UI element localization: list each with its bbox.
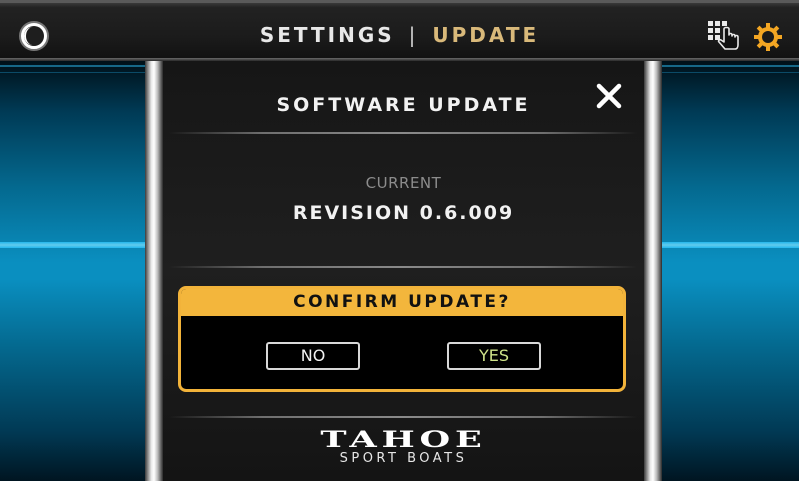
page-title: SETTINGS | UPDATE [0, 23, 799, 47]
side-glow [0, 242, 145, 248]
side-glow [662, 242, 799, 248]
divider [169, 132, 637, 134]
keypad-touch-icon[interactable] [707, 19, 743, 57]
divider [169, 416, 637, 418]
side-stripe [662, 65, 799, 67]
brand-logo: TAHOE [320, 427, 487, 453]
dialog-frame-left [145, 61, 163, 481]
software-update-dialog: SOFTWARE UPDATE CURRENT REVISION 0.6.009… [163, 61, 644, 481]
side-stripe [662, 72, 799, 73]
confirm-update-box: CONFIRM UPDATE? NO YES [178, 286, 626, 392]
dialog-frame-right [644, 61, 662, 481]
dialog-title: SOFTWARE UPDATE [276, 94, 531, 116]
yes-button[interactable]: YES [447, 342, 541, 370]
top-bar: SETTINGS | UPDATE [0, 0, 799, 60]
close-icon[interactable] [594, 81, 624, 115]
brand-logo-subtitle: SPORT BOATS [339, 451, 468, 466]
side-panel-right [662, 61, 799, 481]
confirm-heading: CONFIRM UPDATE? [181, 289, 623, 316]
breadcrumb-update: UPDATE [432, 23, 540, 47]
side-stripe [0, 65, 145, 67]
side-stripe [0, 72, 145, 73]
breadcrumb-settings[interactable]: SETTINGS [260, 23, 395, 47]
breadcrumb-separator: | [408, 23, 419, 47]
current-label: CURRENT [365, 174, 442, 192]
gear-icon[interactable] [753, 22, 783, 56]
side-panel-left [0, 61, 145, 481]
no-button[interactable]: NO [266, 342, 360, 370]
revision-value: REVISION 0.6.009 [292, 202, 515, 224]
divider [169, 266, 637, 268]
